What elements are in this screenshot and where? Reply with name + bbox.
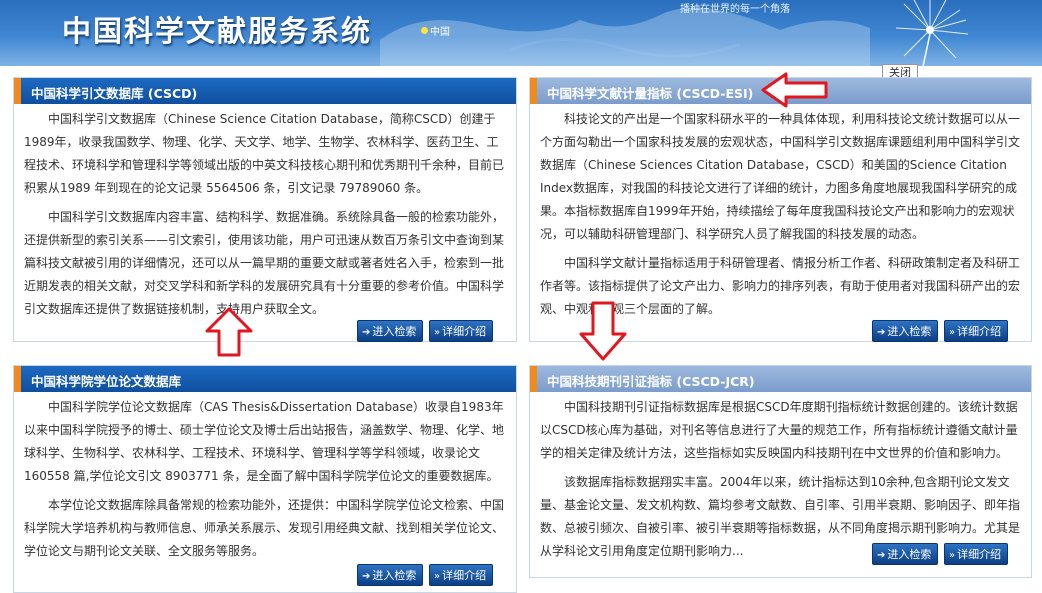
panel-header: 中国科学引文数据库 (CSCD): [14, 78, 516, 104]
panel-title[interactable]: 中国科学院学位论文数据库: [31, 371, 181, 390]
panel-title[interactable]: 中国科技期刊引证指标 (CSCD-JCR): [547, 371, 755, 390]
location-dot-icon: [421, 27, 428, 34]
country-label: 中国: [430, 27, 450, 38]
dandelion-icon: [895, 0, 969, 66]
detail-intro-button[interactable]: » 详细介绍: [429, 320, 494, 342]
panel-header: 中国科技期刊引证指标 (CSCD-JCR): [530, 366, 1031, 392]
panel-jcr: 中国科技期刊引证指标 (CSCD-JCR) 中国科技期刊引证指标数据库是根据CS…: [529, 365, 1032, 578]
header-banner: 中国科学文献服务系统 中国 播种在世界的每一个角落: [0, 0, 1042, 66]
arrow-right-icon: ➔: [877, 550, 886, 561]
enter-search-button[interactable]: ➔ 进入检索: [872, 543, 939, 565]
panel-title[interactable]: 中国科学引文数据库 (CSCD): [31, 83, 197, 102]
paragraph: 中国科学引文数据库（Chinese Science Citation Datab…: [24, 112, 505, 195]
enter-search-button[interactable]: ➔ 进入检索: [872, 320, 939, 342]
panel-thesis: 中国科学院学位论文数据库 中国科学院学位论文数据库（CAS Thesis&Dis…: [13, 365, 517, 593]
detail-intro-button[interactable]: » 详细介绍: [944, 320, 1009, 342]
enter-search-button[interactable]: ➔ 进入检索: [357, 564, 424, 586]
panel-title[interactable]: 中国科学文献计量指标 (CSCD-ESI): [547, 83, 753, 102]
arrow-right-icon: ➔: [362, 327, 371, 338]
paragraph: 中国科技期刊引证指标数据库是根据CSCD年度期刊指标统计数据创建的。该统计数据以…: [540, 400, 1018, 460]
site-title: 中国科学文献服务系统: [62, 14, 373, 48]
panel-cscd: 中国科学引文数据库 (CSCD) 中国科学引文数据库（Chinese Scien…: [13, 77, 517, 342]
double-chevron-icon: »: [949, 327, 956, 338]
slogan: 播种在世界的每一个角落: [680, 4, 790, 15]
paragraph: 科技论文的产出是一个国家科研水平的一种具体体现，利用科技论文统计数据可以从一个方…: [540, 112, 1021, 241]
panel-description: 科技论文的产出是一个国家科研水平的一种具体体现，利用科技论文统计数据可以从一个方…: [530, 104, 1031, 321]
double-chevron-icon: »: [949, 550, 956, 561]
annotation-arrow-up-icon: [205, 307, 253, 357]
panel-description: 中国科学院学位论文数据库（CAS Thesis&Dissertation Dat…: [14, 392, 516, 563]
panel-header: 中国科学院学位论文数据库: [14, 366, 516, 392]
arrow-right-icon: ➔: [877, 327, 886, 338]
arrow-right-icon: ➔: [362, 571, 371, 582]
paragraph: 中国科学引文数据库内容丰富、结构科学、数据准确。系统除具备一般的检索功能外，还提…: [24, 210, 505, 316]
annotation-arrow-left-icon: [761, 72, 828, 108]
annotation-arrow-down-icon: [579, 301, 627, 361]
enter-search-button[interactable]: ➔ 进入检索: [357, 320, 424, 342]
panel-description: 中国科技期刊引证指标数据库是根据CSCD年度期刊指标统计数据创建的。该统计数据以…: [530, 392, 1031, 563]
detail-intro-button[interactable]: » 详细介绍: [944, 543, 1009, 565]
double-chevron-icon: »: [434, 571, 441, 582]
detail-intro-button[interactable]: » 详细介绍: [429, 564, 494, 586]
paragraph: 本学位论文数据库除具备常规的检索功能外，还提供：中国科学院学位论文检索、中国科学…: [24, 498, 505, 558]
panel-description: 中国科学引文数据库（Chinese Science Citation Datab…: [14, 104, 516, 321]
paragraph: 中国科学院学位论文数据库（CAS Thesis&Dissertation Dat…: [24, 400, 505, 483]
double-chevron-icon: »: [434, 327, 441, 338]
